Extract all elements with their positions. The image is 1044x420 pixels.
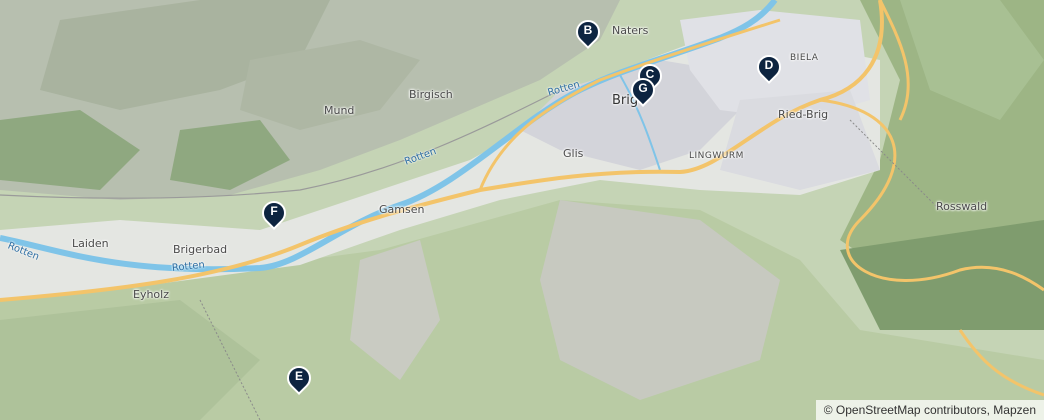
place-label-brigerbad: Brigerbad	[173, 243, 228, 256]
map-basemap	[0, 0, 1044, 420]
place-label-biela: BIELA	[790, 53, 819, 63]
map-marker-e[interactable]: E	[282, 361, 316, 398]
place-label-rosswald: Rosswald	[936, 200, 988, 213]
place-label-naters: Naters	[612, 24, 649, 37]
place-label-gamsen: Gamsen	[379, 203, 425, 216]
marker-label: B	[583, 23, 593, 37]
place-label-laiden: Laiden	[72, 237, 109, 250]
place-label-ried-brig: Ried-Brig	[778, 108, 829, 121]
place-label-glis: Glis	[563, 147, 584, 160]
place-label-eyholz: Eyholz	[133, 288, 169, 301]
marker-label: E	[294, 369, 303, 383]
map-attribution[interactable]: © OpenStreetMap contributors, Mapzen	[815, 400, 1044, 420]
marker-label: D	[764, 58, 774, 72]
map-marker-d[interactable]: D	[752, 50, 786, 87]
map-marker-g[interactable]: G	[626, 73, 660, 110]
place-label-birgisch: Birgisch	[409, 88, 453, 101]
place-label-lingwurm: LINGWURM	[689, 151, 744, 161]
map-view[interactable]: Naters BIELA Birgisch Mund Brig Ried-Bri…	[0, 0, 1044, 420]
marker-label: F	[270, 204, 278, 218]
place-label-mund: Mund	[324, 104, 355, 117]
map-marker-b[interactable]: B	[571, 15, 605, 52]
marker-label: G	[638, 81, 648, 95]
map-marker-f[interactable]: F	[257, 196, 291, 233]
